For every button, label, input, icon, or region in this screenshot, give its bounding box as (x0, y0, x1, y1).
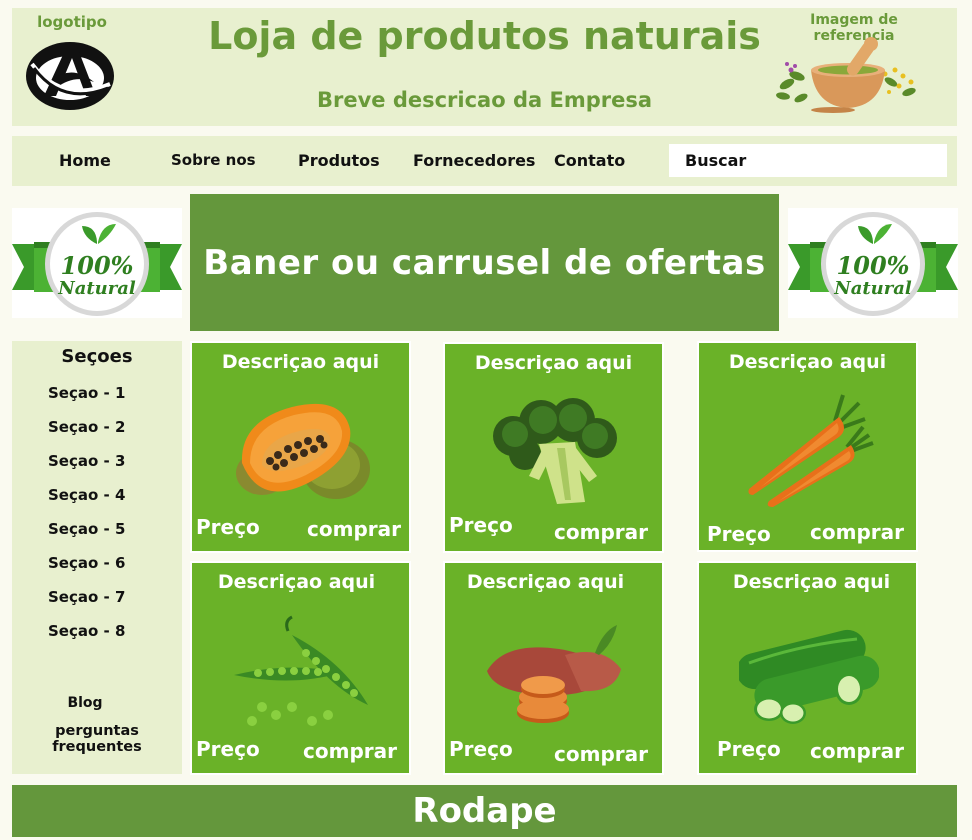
peas-icon (234, 615, 368, 726)
sidebar-item-section-6[interactable]: Seçao - 6 (48, 554, 125, 572)
sidebar-title: Seçoes (61, 346, 133, 367)
buy-button[interactable]: comprar (554, 742, 648, 766)
sweet-potato-icon (487, 625, 621, 723)
product-price[interactable]: Preço (449, 737, 513, 761)
buy-button[interactable]: comprar (554, 520, 648, 544)
badge-top-text: 100% (61, 251, 134, 280)
product-description: Descriçao aqui (474, 352, 633, 374)
buy-button[interactable]: comprar (810, 520, 904, 544)
product-card-5[interactable]: Descriçao aqui Preço comprar (443, 561, 664, 775)
cucumber-icon (739, 629, 879, 724)
sidebar-item-section-2[interactable]: Seçao - 2 (48, 418, 125, 436)
product-price[interactable]: Preço (717, 737, 781, 761)
badge-100-natural-icon: 100% Natural (12, 212, 182, 316)
broccoli-icon (493, 398, 617, 504)
product-description: Descriçao aqui (466, 571, 625, 593)
natural-badge-right: 100% Natural (788, 208, 958, 318)
offers-banner[interactable]: Baner ou carrusel de ofertas (190, 194, 779, 331)
badge-bottom-text: Natural (57, 278, 136, 299)
nav-home[interactable]: Home (59, 151, 111, 170)
sidebar-item-section-7[interactable]: Seçao - 7 (48, 588, 125, 606)
product-price[interactable]: Preço (196, 515, 260, 539)
sidebar-item-section-3[interactable]: Seçao - 3 (48, 452, 125, 470)
sidebar-item-section-4[interactable]: Seçao - 4 (48, 486, 125, 504)
papaya-icon (236, 403, 370, 499)
mortar-herbs-icon (776, 37, 916, 113)
sidebar-item-section-5[interactable]: Seçao - 5 (48, 520, 125, 538)
header: logotipo Loja de produtos naturais Breve… (12, 8, 957, 126)
nav-products[interactable]: Produtos (298, 151, 380, 170)
badge-bottom-text: Natural (833, 278, 912, 299)
product-description: Descriçao aqui (221, 351, 380, 373)
badge-top-text: 100% (837, 251, 910, 280)
product-price[interactable]: Preço (196, 737, 260, 761)
search-input[interactable] (669, 144, 947, 177)
nav-about[interactable]: Sobre nos (171, 151, 256, 169)
buy-button[interactable]: comprar (810, 739, 904, 763)
product-card-2[interactable]: Descriçao aqui Preço comprar (443, 342, 664, 553)
product-card-4[interactable]: Descriçao aqui Preço comprar (190, 561, 411, 775)
nav-contact[interactable]: Contato (554, 151, 625, 170)
product-description: Descriçao aqui (217, 571, 376, 593)
product-price[interactable]: Preço (707, 522, 771, 546)
product-description: Descriçao aqui (728, 351, 887, 373)
sections-sidebar: Seçoes Seçao - 1 Seçao - 2 Seçao - 3 Seç… (12, 341, 182, 774)
carrot-icon (748, 394, 874, 507)
natural-badge-left: 100% Natural (12, 208, 182, 318)
sidebar-item-section-8[interactable]: Seçao - 8 (48, 622, 125, 640)
sidebar-link-faq[interactable]: perguntas frequentes (12, 723, 182, 755)
nav-suppliers[interactable]: Fornecedores (413, 151, 535, 170)
buy-button[interactable]: comprar (307, 517, 401, 541)
product-card-1[interactable]: Descriçao aqui Preço comprar (190, 341, 411, 553)
badge-100-natural-icon: 100% Natural (788, 212, 958, 316)
footer: Rodape (12, 785, 957, 837)
product-card-3[interactable]: Descriçao aqui Preço comprar (697, 341, 918, 552)
main-nav: Home Sobre nos Produtos Fornecedores Con… (12, 136, 957, 186)
product-description: Descriçao aqui (732, 571, 891, 593)
product-price[interactable]: Preço (449, 513, 513, 537)
buy-button[interactable]: comprar (303, 739, 397, 763)
sidebar-link-blog[interactable]: Blog (0, 695, 170, 711)
sidebar-item-section-1[interactable]: Seçao - 1 (48, 384, 125, 402)
product-card-6[interactable]: Descriçao aqui Preço comprar (697, 561, 918, 775)
